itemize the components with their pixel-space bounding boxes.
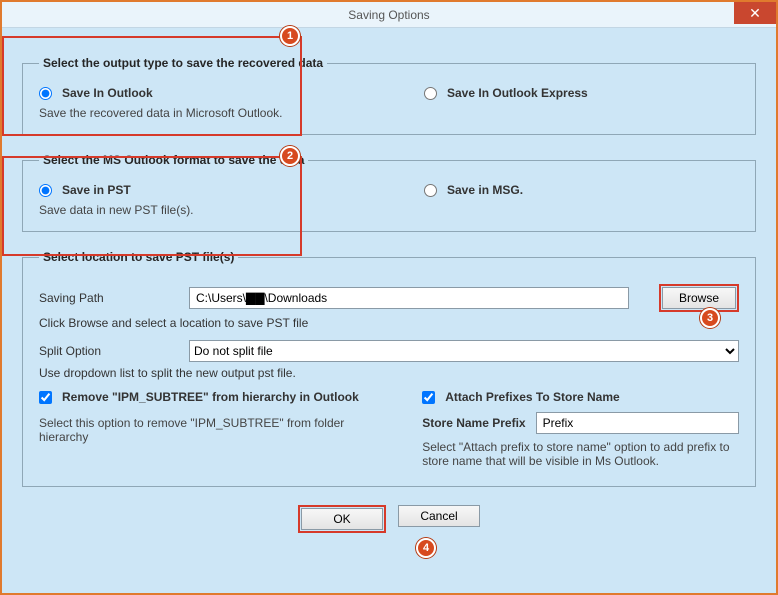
checkbox-remove-ipm-input[interactable]	[39, 391, 52, 404]
radio-save-in-outlook-input[interactable]	[39, 87, 52, 100]
saving-path-input[interactable]	[189, 287, 629, 309]
checkbox-remove-ipm-label: Remove "IPM_SUBTREE" from hierarchy in O…	[62, 390, 359, 404]
dialog-button-row: OK Cancel	[22, 505, 756, 533]
radio-save-in-outlook[interactable]: Save In Outlook	[39, 86, 424, 100]
split-option-hint: Use dropdown list to split the new outpu…	[39, 366, 739, 380]
radio-save-in-msg-input[interactable]	[424, 184, 437, 197]
callout-1: 1	[280, 26, 300, 46]
saving-options-window: Saving Options ✕ Select the output type …	[0, 0, 778, 595]
checkbox-attach-prefix-label: Attach Prefixes To Store Name	[445, 390, 620, 404]
titlebar: Saving Options ✕	[2, 2, 776, 28]
close-button[interactable]: ✕	[734, 2, 776, 24]
radio-save-in-msg-label: Save in MSG.	[447, 183, 523, 197]
store-name-prefix-hint: Select "Attach prefix to store name" opt…	[422, 440, 739, 468]
radio-save-in-outlook-label: Save In Outlook	[62, 86, 153, 100]
group-outlook-format-legend: Select the MS Outlook format to save the…	[39, 153, 308, 167]
close-icon: ✕	[749, 6, 761, 20]
ok-button-highlight: OK	[298, 505, 386, 533]
store-name-prefix-label: Store Name Prefix	[422, 416, 525, 430]
radio-save-in-msg[interactable]: Save in MSG.	[424, 183, 739, 197]
group-output-type-legend: Select the output type to save the recov…	[39, 56, 327, 70]
split-option-select[interactable]: Do not split file	[189, 340, 739, 362]
radio-save-in-pst-input[interactable]	[39, 184, 52, 197]
cancel-button[interactable]: Cancel	[398, 505, 480, 527]
checkbox-remove-ipm-hint: Select this option to remove "IPM_SUBTRE…	[39, 416, 382, 444]
browse-button[interactable]: Browse	[662, 287, 736, 309]
callout-4: 4	[416, 538, 436, 558]
split-option-label: Split Option	[39, 344, 179, 358]
radio-save-in-outlook-express[interactable]: Save In Outlook Express	[424, 86, 739, 100]
group-outlook-format: Select the MS Outlook format to save the…	[22, 153, 756, 232]
window-title: Saving Options	[348, 8, 429, 22]
checkbox-attach-prefix-input[interactable]	[422, 391, 435, 404]
radio-save-in-outlook-hint: Save the recovered data in Microsoft Out…	[39, 106, 424, 120]
checkbox-attach-prefix[interactable]: Attach Prefixes To Store Name	[422, 390, 739, 404]
content-area: Select the output type to save the recov…	[2, 28, 776, 543]
browse-button-highlight: Browse	[659, 284, 739, 312]
group-save-location-legend: Select location to save PST file(s)	[39, 250, 238, 264]
radio-save-in-pst-label: Save in PST	[62, 183, 131, 197]
radio-save-in-pst[interactable]: Save in PST	[39, 183, 424, 197]
saving-path-label: Saving Path	[39, 291, 179, 305]
radio-save-in-outlook-express-input[interactable]	[424, 87, 437, 100]
radio-save-in-outlook-express-label: Save In Outlook Express	[447, 86, 588, 100]
radio-save-in-pst-hint: Save data in new PST file(s).	[39, 203, 424, 217]
group-output-type: Select the output type to save the recov…	[22, 56, 756, 135]
store-name-prefix-input[interactable]	[536, 412, 739, 434]
ok-button[interactable]: OK	[301, 508, 383, 530]
group-save-location: Select location to save PST file(s) Savi…	[22, 250, 756, 487]
checkbox-remove-ipm[interactable]: Remove "IPM_SUBTREE" from hierarchy in O…	[39, 390, 382, 404]
saving-path-hint: Click Browse and select a location to sa…	[39, 316, 739, 330]
